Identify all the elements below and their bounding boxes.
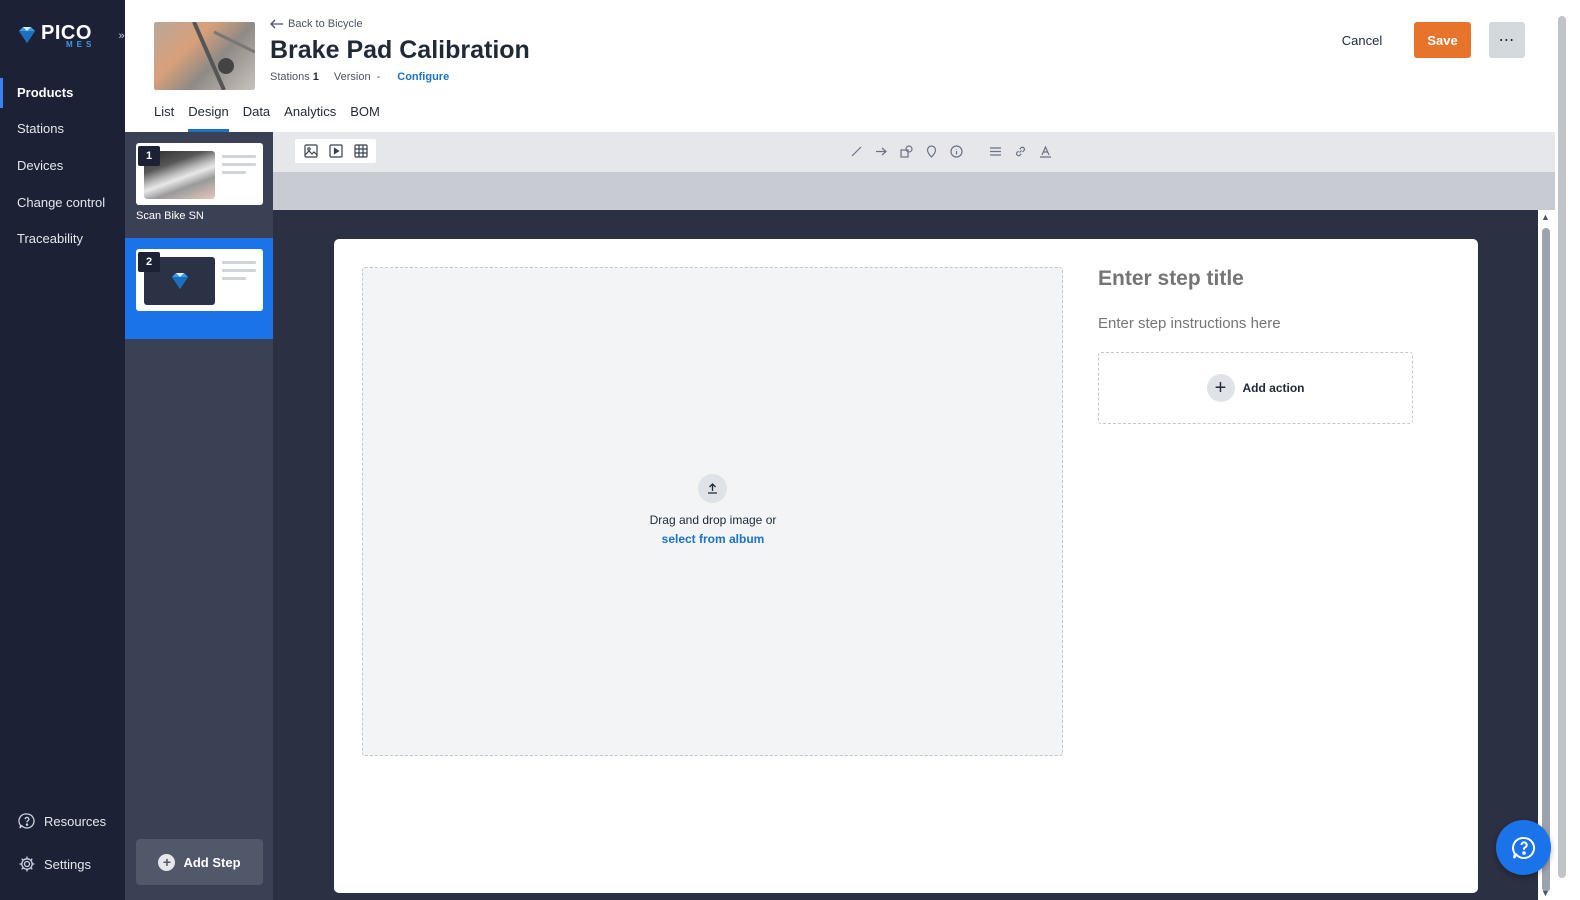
page-header: Back to Bicycle Brake Pad Calibration St…	[125, 0, 1555, 132]
tab-analytics[interactable]: Analytics	[284, 101, 336, 132]
tab-data[interactable]: Data	[243, 101, 270, 132]
app-logo[interactable]: PICO MES	[17, 20, 107, 50]
logo-gem-icon	[171, 273, 188, 289]
gear-icon	[19, 856, 35, 872]
step-card-selected[interactable]: 2	[125, 238, 273, 339]
image-icon[interactable]	[301, 142, 320, 161]
step-number-badge: 2	[138, 252, 160, 272]
sidebar-item-change-control[interactable]: Change control	[0, 188, 125, 218]
sidebar-item-label: Stations	[17, 121, 64, 136]
sidebar-item-label: Traceability	[17, 231, 83, 246]
sidebar-item-label: Resources	[44, 813, 107, 829]
sidebar-item-traceability[interactable]: Traceability	[0, 224, 125, 254]
video-icon[interactable]	[326, 142, 345, 161]
arrow-icon[interactable]	[872, 142, 891, 161]
version-value: -	[376, 71, 381, 83]
stations-count: 1	[312, 71, 319, 83]
step-instructions-input[interactable]	[1098, 315, 1458, 332]
sidebar-item-products[interactable]: Products	[0, 78, 125, 108]
help-circle-icon	[18, 813, 35, 829]
upload-icon	[708, 483, 717, 494]
image-dropzone[interactable]: Drag and drop image or select from album	[362, 267, 1063, 756]
page-scrollbar[interactable]	[1555, 0, 1580, 900]
scroll-up-icon[interactable]: ▲	[1541, 212, 1550, 222]
add-step-label: Add Step	[183, 854, 241, 870]
page-scrollbar-thumb[interactable]	[1558, 16, 1566, 878]
sidebar-item-stations[interactable]: Stations	[0, 114, 125, 144]
step-label: Scan Bike SN	[136, 210, 204, 222]
sidebar-item-label: Change control	[17, 195, 106, 210]
annotation-tools	[847, 142, 1055, 161]
more-icon: ⋯	[1498, 32, 1516, 49]
bicycle-photo-image	[192, 22, 255, 90]
design-canvas: Drag and drop image or select from album…	[273, 210, 1538, 900]
scroll-down-icon[interactable]: ▼	[1541, 888, 1550, 898]
plus-icon: +	[158, 853, 176, 871]
info-icon[interactable]	[947, 142, 966, 161]
step-page: Drag and drop image or select from album…	[334, 239, 1478, 893]
sidebar-item-devices[interactable]: Devices	[0, 151, 125, 181]
more-options-button[interactable]: ⋯	[1489, 22, 1525, 58]
sidebar: PICO MES » Products Stations Devices Cha…	[0, 0, 130, 900]
product-meta: Stations 1 Version - Configure	[270, 71, 449, 83]
support-chat-button[interactable]	[1496, 820, 1551, 875]
canvas-scrollbar[interactable]: ▲ ▼	[1538, 210, 1555, 900]
upload-button[interactable]	[698, 474, 727, 503]
back-link-label: Back to Bicycle	[288, 18, 363, 30]
step-text-lines	[222, 261, 256, 285]
step-card[interactable]: 1 Scan Bike SN	[125, 132, 273, 234]
tab-bar: List Design Data Analytics BOM	[154, 101, 394, 132]
text-color-icon[interactable]	[1036, 142, 1055, 161]
canvas-ruler	[273, 172, 1555, 210]
align-icon[interactable]	[986, 142, 1005, 161]
configure-link[interactable]: Configure	[397, 71, 449, 83]
version-label: Version	[333, 71, 371, 83]
tab-list[interactable]: List	[154, 101, 174, 132]
marker-icon[interactable]	[922, 142, 941, 161]
logo-gem-icon	[19, 27, 35, 43]
step-list-panel: 1 Scan Bike SN 2 + Add Step	[125, 132, 273, 900]
select-from-album-link[interactable]: select from album	[363, 532, 1063, 546]
canvas-scrollbar-thumb[interactable]	[1542, 228, 1550, 892]
add-action-label: Add action	[1242, 381, 1305, 395]
chat-help-icon	[1511, 836, 1535, 859]
add-step-button[interactable]: + Add Step	[136, 839, 263, 885]
page-title: Brake Pad Calibration	[270, 36, 530, 64]
stations-label: Stations	[270, 71, 310, 83]
editor-toolbar	[273, 132, 1555, 172]
save-button[interactable]: Save	[1414, 22, 1471, 58]
cancel-button[interactable]: Cancel	[1329, 22, 1395, 58]
product-thumbnail	[154, 22, 255, 90]
sidebar-item-label: Devices	[17, 158, 64, 173]
step-number-badge: 1	[138, 146, 160, 166]
line-icon[interactable]	[847, 142, 866, 161]
sidebar-item-resources[interactable]: Resources	[18, 812, 106, 830]
shape-icon[interactable]	[897, 142, 916, 161]
tab-design[interactable]: Design	[188, 101, 230, 132]
table-icon[interactable]	[351, 142, 370, 161]
back-link[interactable]: Back to Bicycle	[270, 18, 363, 30]
chevron-double-right-icon: »	[118, 29, 125, 42]
add-action-button[interactable]: + Add action	[1098, 352, 1413, 424]
media-insert-group	[295, 139, 376, 163]
step-title-input[interactable]	[1098, 267, 1458, 291]
logo-subtext: MES	[66, 40, 96, 49]
plus-icon: +	[1206, 374, 1235, 402]
sidebar-item-label: Products	[17, 85, 74, 100]
tab-bom[interactable]: BOM	[350, 101, 380, 132]
step-text-lines	[222, 155, 256, 179]
link-icon[interactable]	[1011, 142, 1030, 161]
arrow-left-icon	[270, 19, 283, 29]
dropzone-text: Drag and drop image or	[649, 513, 777, 527]
sidebar-item-settings[interactable]: Settings	[18, 855, 91, 873]
sidebar-item-label: Settings	[44, 856, 91, 872]
